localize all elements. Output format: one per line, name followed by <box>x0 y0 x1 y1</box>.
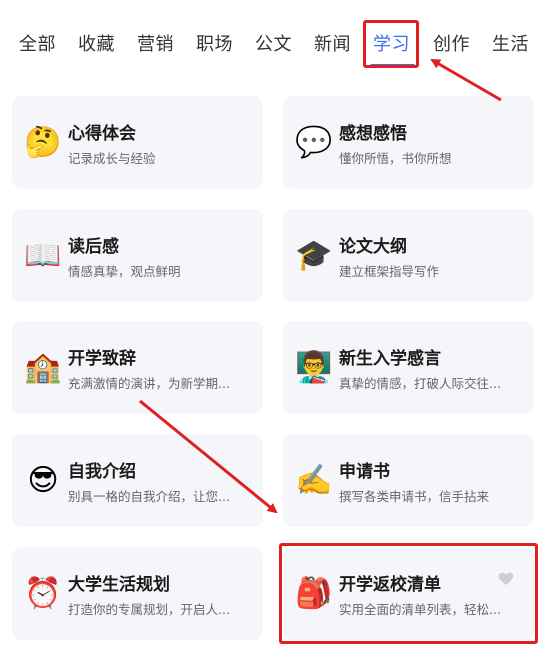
annotation-arrow-to-study-tab <box>430 58 502 102</box>
annotation-arrow-to-checklist-card <box>139 399 278 514</box>
annotation-arrows <box>139 58 502 514</box>
